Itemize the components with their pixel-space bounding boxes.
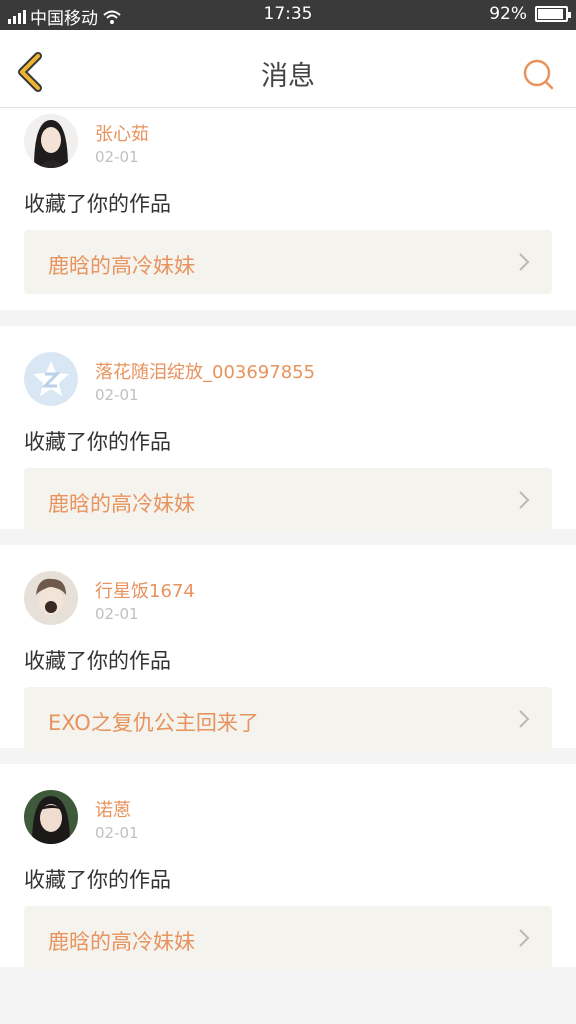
work-title: 鹿晗的高冷妹妹 [48,930,195,954]
work-link[interactable]: 鹿晗的高冷妹妹 [24,906,552,970]
message-date: 02-01 [95,386,139,404]
chevron-right-icon [519,929,530,947]
list-item: 张心茹 02-01 收藏了你的作品 鹿晗的高冷妹妹 [0,108,576,310]
list-item: 落花随泪绽放_003697855 02-01 收藏了你的作品 鹿晗的高冷妹妹 [0,326,576,532]
avatar[interactable] [24,790,78,844]
avatar[interactable] [24,571,78,625]
chevron-right-icon [519,491,530,509]
username[interactable]: 张心茹 [95,120,149,146]
work-title: 鹿晗的高冷妹妹 [48,492,195,516]
message-date: 02-01 [95,148,139,166]
username[interactable]: 行星饭1674 [95,577,195,603]
chevron-right-icon [519,710,530,728]
work-link[interactable]: EXO之复仇公主回来了 [24,687,552,751]
action-text: 收藏了你的作品 [24,192,171,216]
chevron-right-icon [519,253,530,271]
battery-icon [535,6,571,22]
message-date: 02-01 [95,605,139,623]
username[interactable]: 落花随泪绽放_003697855 [95,358,315,384]
search-icon [523,59,554,90]
list-item: 诺蒽 02-01 收藏了你的作品 鹿晗的高冷妹妹 [0,764,576,970]
action-text: 收藏了你的作品 [24,649,171,673]
work-title: EXO之复仇公主回来了 [48,711,259,735]
message-list: 张心茹 02-01 收藏了你的作品 鹿晗的高冷妹妹 落花随泪绽放_0036978… [0,108,576,970]
nav-bar: 消息 [0,30,576,108]
battery-percent: 92% [489,4,527,24]
message-date: 02-01 [95,824,139,842]
search-button[interactable] [520,56,556,92]
list-item: 行星饭1674 02-01 收藏了你的作品 EXO之复仇公主回来了 [0,545,576,751]
username[interactable]: 诺蒽 [95,796,131,822]
page-title: 消息 [261,61,315,92]
work-link[interactable]: 鹿晗的高冷妹妹 [24,468,552,532]
avatar[interactable] [24,352,78,406]
avatar[interactable] [24,114,78,168]
work-link[interactable]: 鹿晗的高冷妹妹 [24,230,552,294]
status-bar: 中国移动 17:35 92% [0,0,576,30]
action-text: 收藏了你的作品 [24,868,171,892]
work-title: 鹿晗的高冷妹妹 [48,254,195,278]
action-text: 收藏了你的作品 [24,430,171,454]
